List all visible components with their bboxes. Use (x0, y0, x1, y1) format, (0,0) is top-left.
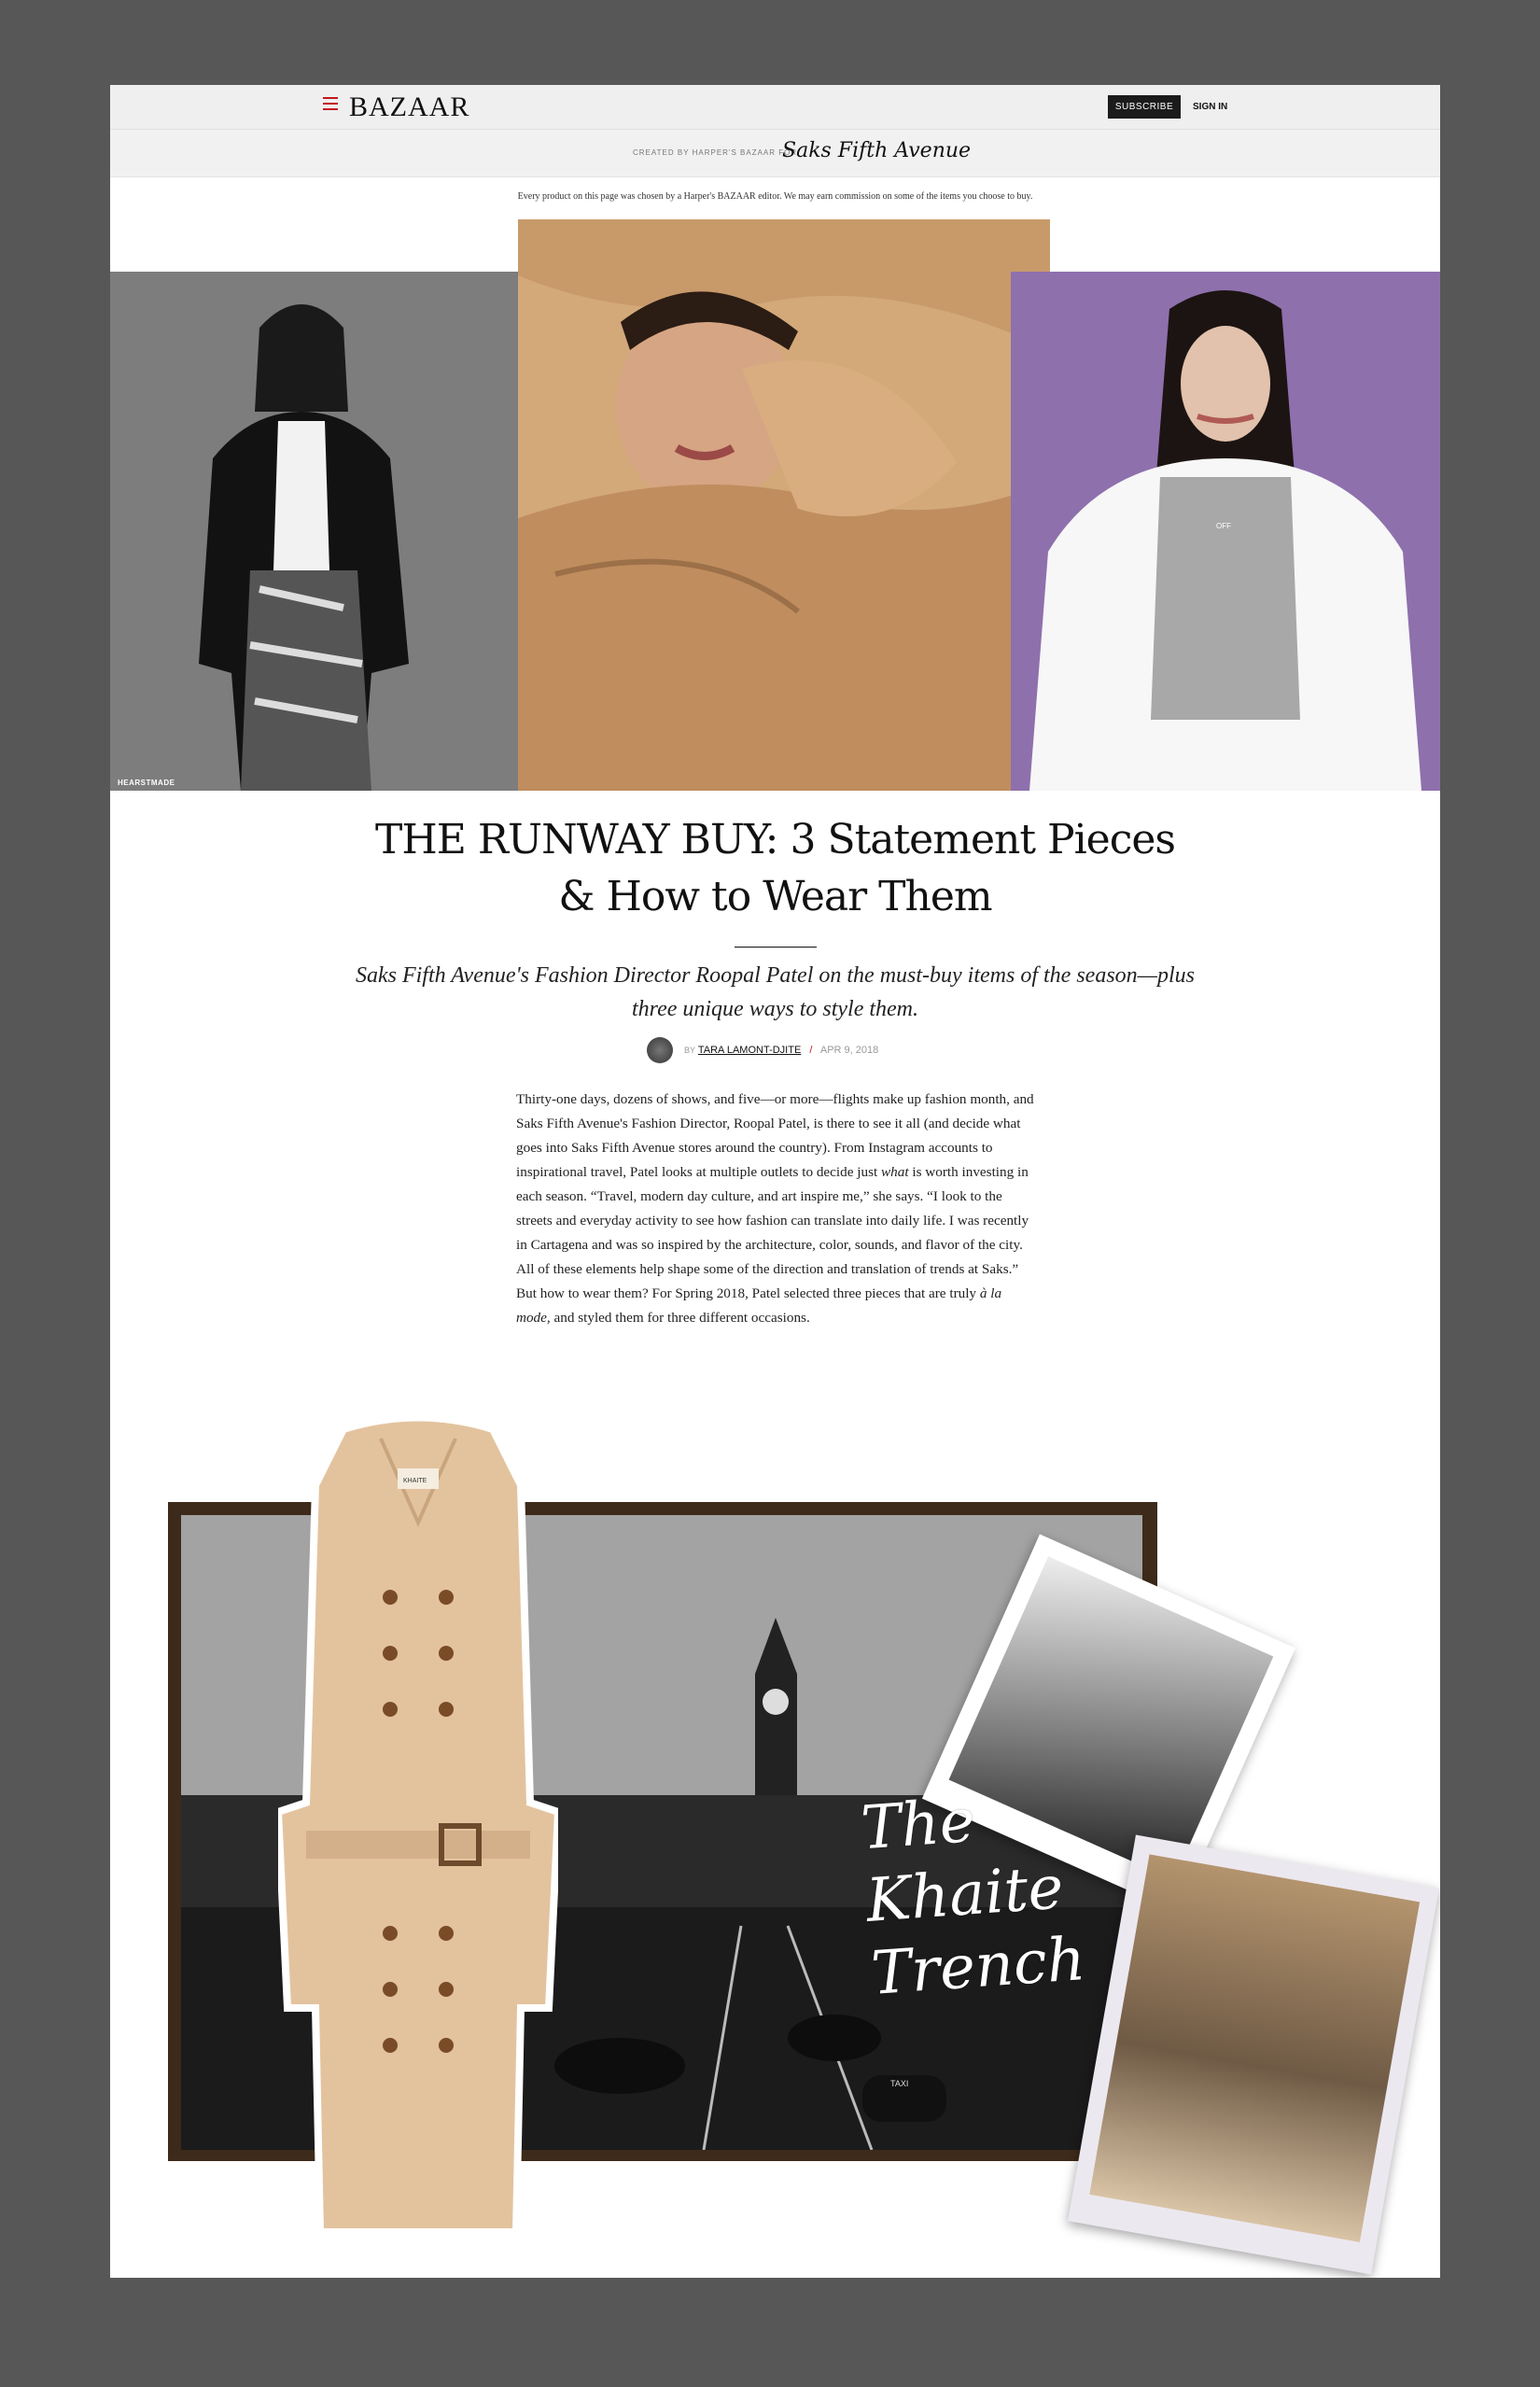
hero-image-white-jacket: OFF (1011, 272, 1440, 791)
article-body-paragraph: Thirty-one days, dozens of shows, and fi… (516, 1088, 1039, 1330)
article-page: BAZAAR SUBSCRIBE SIGN IN CREATED BY HARP… (110, 85, 1440, 2278)
saks-logo[interactable]: Saks Fifth Avenue (782, 139, 971, 162)
body-text: is worth investing in each season. “Trav… (516, 1164, 1029, 1301)
commission-disclaimer: Every product on this page was chosen by… (517, 191, 1033, 202)
hero-image-trench-closeup (518, 219, 1050, 791)
publish-date: APR 9, 2018 (819, 1045, 879, 1056)
hamburger-icon[interactable] (323, 97, 338, 110)
author-link[interactable]: TARA LAMONT-DJITE (698, 1045, 801, 1056)
khaite-trench-script-title: The Khaite Trench (859, 1776, 1116, 2011)
body-text: and styled them for three different occa… (550, 1310, 810, 1326)
khaite-trench-coat-product[interactable]: KHAITE (273, 1411, 563, 2255)
byline-prefix: BY (684, 1046, 696, 1055)
article-dek: Saks Fifth Avenue's Fashion Director Roo… (355, 963, 1196, 1021)
coat-label: KHAITE (403, 1478, 427, 1484)
subscribe-button[interactable]: SUBSCRIBE (1108, 95, 1181, 119)
shirt-print-text: OFF (1216, 522, 1231, 530)
bazaar-logo[interactable]: BAZAAR (349, 91, 469, 123)
byline-separator: / (809, 1045, 813, 1056)
author-avatar[interactable] (647, 1037, 673, 1063)
body-emphasis: what (881, 1164, 909, 1180)
trench-coat-illustration: KHAITE (273, 1413, 563, 2236)
top-nav-bar: BAZAAR SUBSCRIBE SIGN IN (110, 85, 1440, 130)
taxi-sign: TAXI (890, 2079, 908, 2088)
article-headline: THE RUNWAY BUY: 3 Statement Pieces & How… (375, 816, 1176, 920)
model-in-trench-photo (1089, 1854, 1421, 2242)
white-jacket-model-illustration: OFF (1011, 272, 1440, 791)
sponsor-created-text: CREATED BY HARPER'S BAZAAR FOR (633, 148, 798, 157)
photo-credit: HEARSTMADE (118, 779, 175, 787)
polaroid-model-trench (1068, 1834, 1439, 2275)
leather-jacket-model-illustration (110, 272, 518, 791)
sign-in-link[interactable]: SIGN IN (1193, 95, 1227, 119)
hero-image-leather-jacket: HEARSTMADE (110, 272, 518, 791)
trench-closeup-illustration (518, 219, 1050, 791)
headline-divider (735, 947, 817, 948)
sponsor-banner: CREATED BY HARPER'S BAZAAR FOR Saks Fift… (110, 130, 1440, 177)
